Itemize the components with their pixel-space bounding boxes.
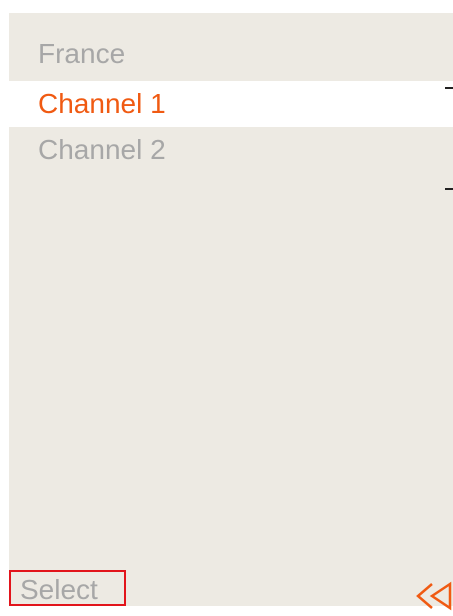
list-item-label: Channel 2 [38, 134, 166, 165]
select-softkey-label: Select [20, 574, 98, 605]
menu-screen: France Channel 1 Channel 2 Select [9, 13, 453, 611]
list-item-france[interactable]: France [9, 31, 453, 77]
list-item-channel-2[interactable]: Channel 2 [9, 127, 453, 173]
list-item-label: France [38, 38, 126, 69]
list-item-label: Channel 1 [38, 88, 166, 119]
select-softkey[interactable]: Select [9, 570, 126, 606]
scroll-indicator-bottom [445, 188, 453, 190]
list-item-channel-1[interactable]: Channel 1 [9, 81, 453, 127]
double-back-arrow-icon[interactable] [415, 581, 453, 611]
scroll-indicator-top [445, 87, 453, 89]
